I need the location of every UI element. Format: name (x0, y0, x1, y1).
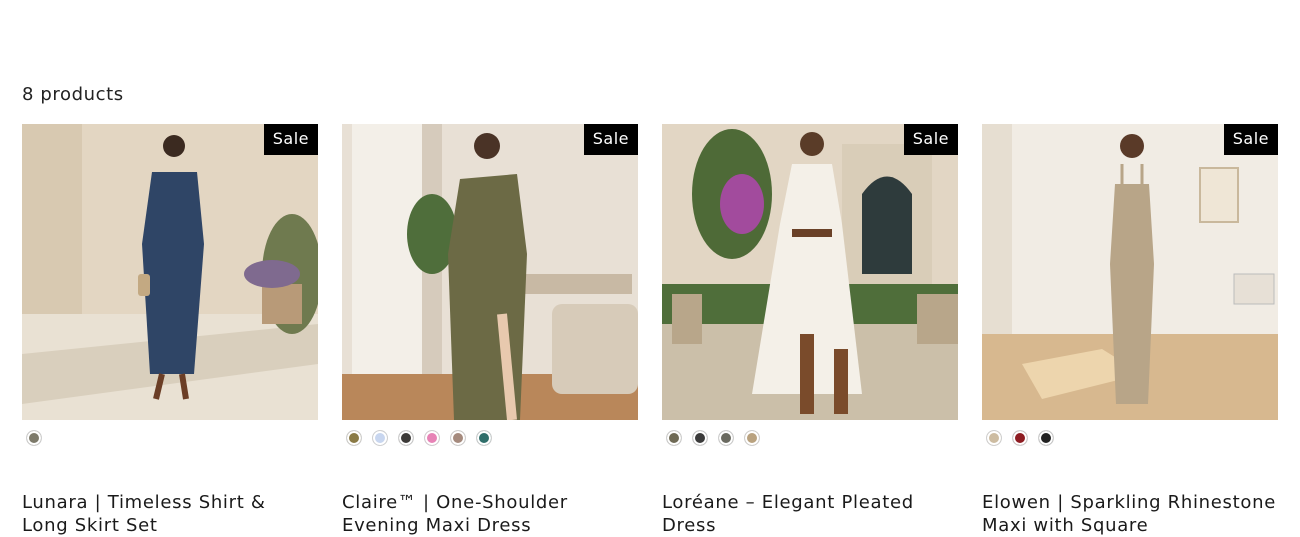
product-grid: Sale Lunara | Timeless Shirt & Long Skir… (22, 124, 1278, 537)
product-title[interactable]: Elowen | Sparkling Rhinestone Maxi with … (982, 491, 1278, 537)
color-swatches (342, 430, 638, 448)
product-count: 8 products (22, 84, 124, 105)
color-swatches (982, 430, 1278, 448)
color-swatch[interactable] (372, 430, 388, 446)
product-image[interactable]: Sale (22, 124, 318, 420)
color-swatches (662, 430, 958, 448)
sale-badge: Sale (1223, 124, 1278, 155)
color-swatch[interactable] (666, 430, 682, 446)
color-swatch[interactable] (1012, 430, 1028, 446)
color-swatch[interactable] (26, 430, 42, 446)
sale-badge: Sale (263, 124, 318, 155)
color-swatch[interactable] (476, 430, 492, 446)
product-title[interactable]: Lunara | Timeless Shirt & Long Skirt Set (22, 491, 318, 537)
product-card[interactable]: Sale Lunara | Timeless Shirt & Long Skir… (22, 124, 318, 537)
color-swatch[interactable] (718, 430, 734, 446)
color-swatch[interactable] (692, 430, 708, 446)
product-card[interactable]: Sale Claire™ | One-Shoulder Evening Maxi… (342, 124, 638, 537)
color-swatch[interactable] (986, 430, 1002, 446)
product-card[interactable]: Sale Loréane – Elegant Pleated Dress (662, 124, 958, 537)
product-image[interactable]: Sale (662, 124, 958, 420)
product-image[interactable]: Sale (342, 124, 638, 420)
sale-badge: Sale (583, 124, 638, 155)
color-swatch[interactable] (450, 430, 466, 446)
color-swatch[interactable] (398, 430, 414, 446)
color-swatch[interactable] (744, 430, 760, 446)
product-title[interactable]: Loréane – Elegant Pleated Dress (662, 491, 958, 537)
color-swatches (22, 430, 318, 448)
product-title[interactable]: Claire™ | One-Shoulder Evening Maxi Dres… (342, 491, 638, 537)
sale-badge: Sale (903, 124, 958, 155)
color-swatch[interactable] (346, 430, 362, 446)
color-swatch[interactable] (1038, 430, 1054, 446)
product-card[interactable]: Sale Elowen | Sparkling Rhinestone Maxi … (982, 124, 1278, 537)
color-swatch[interactable] (424, 430, 440, 446)
product-image[interactable]: Sale (982, 124, 1278, 420)
